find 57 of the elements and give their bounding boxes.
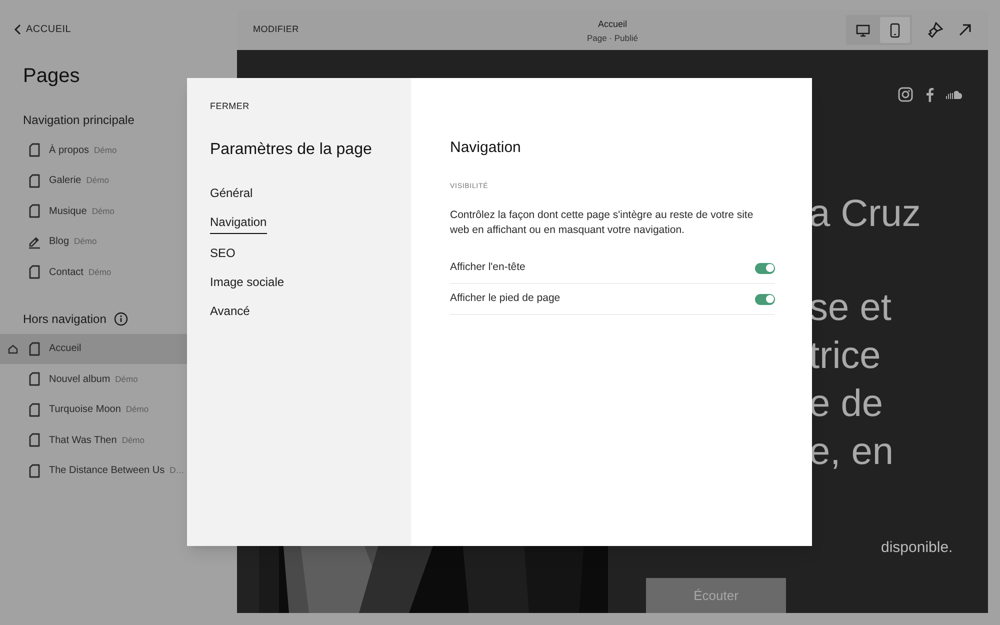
facebook-icon[interactable]: [925, 87, 934, 102]
subtitle-text: disponible.: [881, 538, 953, 558]
toggle-label: Afficher l'en-tête: [450, 260, 526, 276]
hero-heading-text: se et: [809, 286, 892, 331]
toggle-switch[interactable]: [755, 294, 775, 304]
demo-tag: Démo: [74, 235, 97, 248]
page-title: Accueil: [598, 18, 627, 31]
pen-icon: [28, 234, 41, 249]
page-icon: [29, 372, 40, 386]
back-link[interactable]: ACCUEIL: [14, 22, 72, 37]
settings-menu-item[interactable]: Navigation: [210, 212, 267, 234]
settings-menu-item[interactable]: Avancé: [210, 302, 250, 322]
dialog-title: Paramètres de la page: [210, 140, 373, 160]
settings-menu-item[interactable]: SEO: [210, 244, 236, 264]
demo-tag: Démo: [92, 204, 114, 218]
mode-label: MODIFIER: [253, 23, 299, 36]
page-icon: [29, 174, 40, 188]
page-item[interactable]: Turquoise Moon Démo: [0, 394, 237, 425]
demo-tag: Démo: [115, 372, 138, 386]
hero-heading-text: a Cruz: [809, 192, 921, 237]
toggle-switch[interactable]: [755, 262, 775, 274]
page-icon: [29, 265, 40, 280]
demo-tag: Démo: [94, 144, 117, 157]
open-external-icon[interactable]: [958, 23, 972, 37]
section-title: Navigation: [450, 138, 522, 158]
page-item[interactable]: The Distance Between Us D…: [0, 456, 237, 486]
section-heading: Hors navigation: [23, 310, 106, 328]
section-heading: Navigation principale: [23, 112, 134, 129]
demo-tag: D…: [170, 464, 184, 478]
demo-tag: Démo: [86, 174, 109, 188]
sidebar-title: Pages: [23, 64, 81, 89]
info-icon[interactable]: [114, 312, 128, 326]
phone-icon: [890, 22, 900, 38]
soundcloud-icon[interactable]: [946, 90, 962, 99]
page-icon: [29, 433, 40, 448]
page-item[interactable]: Nouvel album Démo: [0, 364, 237, 394]
back-icon: [14, 24, 21, 35]
page-icon: [29, 464, 40, 478]
hero-heading-text: trice: [809, 334, 881, 379]
mobile-view-button[interactable]: [880, 17, 910, 43]
settings-menu-item[interactable]: Image sociale: [210, 272, 284, 294]
demo-tag: Démo: [122, 434, 144, 447]
brush-icon[interactable]: [926, 21, 944, 39]
demo-tag: Démo: [88, 266, 112, 279]
page-icon: [29, 342, 40, 356]
page-icon: [29, 402, 40, 417]
page-icon: [29, 204, 40, 218]
close-button[interactable]: FERMER: [210, 100, 250, 114]
desktop-icon: [856, 24, 870, 36]
page-icon: [29, 143, 40, 158]
page-item[interactable]: That Was Then Démo: [0, 425, 237, 456]
page-status: Page · Publié: [586, 32, 638, 44]
description-text: Contrôlez la façon dont cette page s'intègre au reste de votre site web en affichant ou en masquant votre navigation.: [450, 208, 754, 238]
settings-menu-item[interactable]: Général: [210, 184, 253, 204]
toggle-label: Afficher le pied de page: [450, 291, 560, 306]
demo-tag: Démo: [126, 403, 149, 416]
instagram-icon[interactable]: [898, 87, 913, 102]
